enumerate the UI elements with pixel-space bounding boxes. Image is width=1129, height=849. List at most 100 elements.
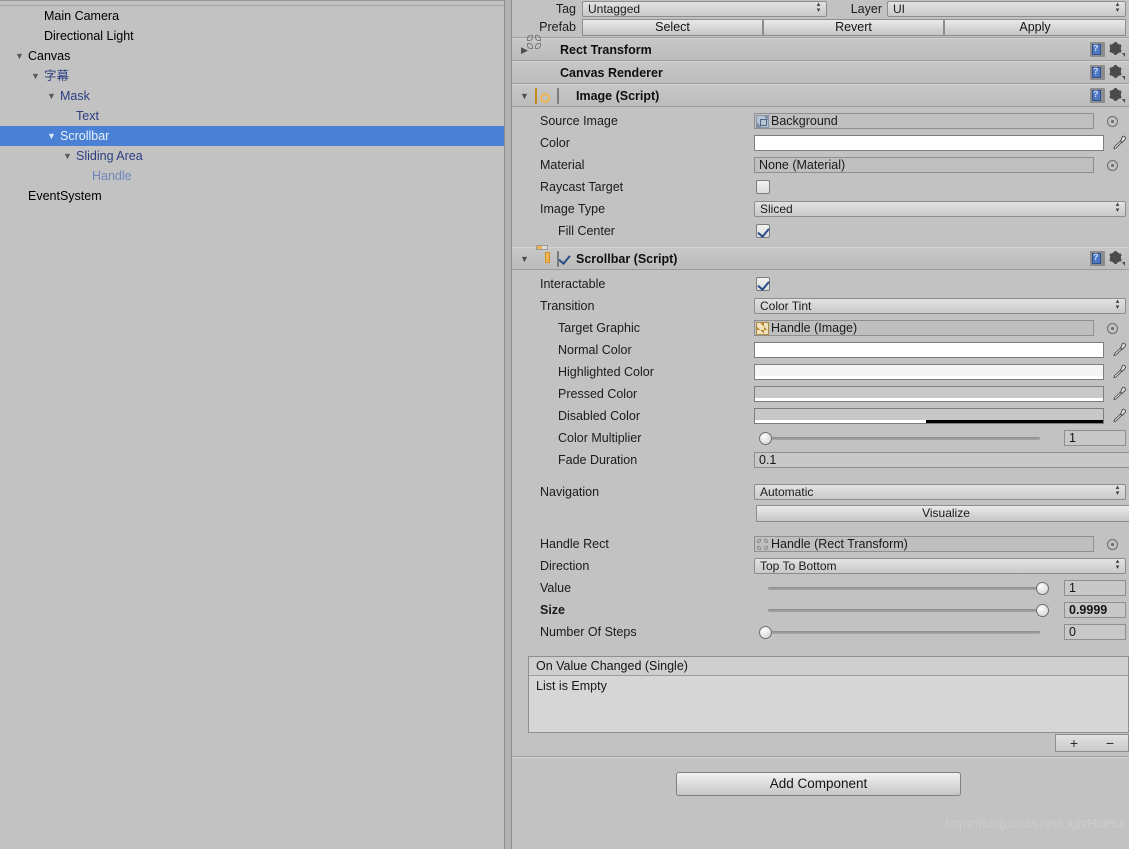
hierarchy-item[interactable]: ▼ Mask xyxy=(0,86,504,106)
hierarchy-item-label: Sliding Area xyxy=(76,149,143,163)
component-header-rect-transform[interactable]: ▶ Rect Transform ? xyxy=(512,35,1129,61)
object-picker-icon[interactable] xyxy=(1107,160,1118,171)
handle-rect-field[interactable]: Handle (Rect Transform) xyxy=(754,536,1094,552)
eyedropper-icon[interactable] xyxy=(1112,135,1126,151)
chevron-updown-icon: ▴ ▾ xyxy=(816,1,821,14)
number-of-steps-number[interactable]: 0 xyxy=(1064,624,1126,640)
hierarchy-foldout-icon[interactable]: ▼ xyxy=(14,46,25,66)
gear-icon[interactable] xyxy=(1109,88,1125,103)
alpha-bar xyxy=(755,354,1103,357)
object-picker-icon[interactable] xyxy=(1107,116,1118,127)
prefab-select-button[interactable]: Select xyxy=(582,19,763,36)
chevron-updown-icon: ▴ ▾ xyxy=(1115,201,1120,214)
color-multiplier-value[interactable]: 1 xyxy=(1064,430,1126,446)
inspector-panel[interactable]: Tag Untagged ▴ ▾ Layer UI ▴ ▾ Prefab Selec… xyxy=(512,0,1129,849)
foldout-expanded-icon[interactable]: ▼ xyxy=(518,248,531,271)
raycast-target-checkbox[interactable] xyxy=(756,180,770,194)
transition-dropdown[interactable]: Color Tint ▴ ▾ xyxy=(754,298,1126,314)
target-graphic-field[interactable]: Handle (Image) xyxy=(754,320,1094,336)
transition-value: Color Tint xyxy=(760,299,812,313)
size-number[interactable]: 0.9999 xyxy=(1064,602,1126,618)
help-book-icon[interactable]: ? xyxy=(1090,251,1105,266)
image-enabled-checkbox[interactable] xyxy=(557,88,559,104)
help-book-icon[interactable]: ? xyxy=(1090,42,1105,57)
image-color-swatch[interactable] xyxy=(754,135,1104,151)
size-slider[interactable] xyxy=(758,599,1050,621)
component-header-scrollbar[interactable]: ▼ Scrollbar (Script) ? xyxy=(512,245,1129,271)
remove-event-button[interactable]: − xyxy=(1106,736,1114,750)
raycast-target-label: Raycast Target xyxy=(540,180,624,194)
eyedropper-icon[interactable] xyxy=(1112,364,1126,380)
highlighted-color-swatch[interactable] xyxy=(754,364,1104,380)
value-number[interactable]: 1 xyxy=(1064,580,1126,596)
component-header-image[interactable]: ▼ Image (Script) ? xyxy=(512,84,1129,107)
layer-label: Layer xyxy=(850,2,882,16)
normal-color-swatch[interactable] xyxy=(754,342,1104,358)
direction-value: Top To Bottom xyxy=(760,559,837,573)
hierarchy-item[interactable]: ▼ 字幕 xyxy=(0,66,504,86)
row-source-image: Source Image Background xyxy=(512,110,1129,132)
image-type-dropdown[interactable]: Sliced ▴ ▾ xyxy=(754,201,1126,217)
row-target-graphic: Target Graphic Handle (Image) xyxy=(512,317,1129,339)
number-of-steps-slider[interactable] xyxy=(758,621,1050,643)
navigation-dropdown[interactable]: Automatic ▴ ▾ xyxy=(754,484,1126,500)
prefab-apply-button[interactable]: Apply xyxy=(944,19,1126,36)
chevron-updown-icon: ▴ ▾ xyxy=(1115,484,1120,497)
fill-center-checkbox[interactable] xyxy=(756,224,770,238)
interactable-checkbox[interactable] xyxy=(756,277,770,291)
hierarchy-foldout-icon[interactable]: ▼ xyxy=(30,66,41,86)
prefab-revert-button[interactable]: Revert xyxy=(763,19,944,36)
color-multiplier-slider[interactable] xyxy=(758,427,1050,449)
panel-divider[interactable] xyxy=(504,0,512,849)
hierarchy-foldout-icon[interactable]: ▼ xyxy=(46,126,57,146)
tag-layer-row: Tag Untagged ▴ ▾ Layer UI ▴ ▾ xyxy=(512,0,1129,18)
fade-duration-label: Fade Duration xyxy=(558,453,638,467)
hierarchy-panel[interactable]: Main Camera Directional Light ▼ Canvas ▼ 字幕 ▼ M… xyxy=(0,0,504,849)
add-event-button[interactable]: + xyxy=(1070,736,1078,750)
gear-icon[interactable] xyxy=(1109,42,1125,57)
eyedropper-icon[interactable] xyxy=(1112,386,1126,402)
hierarchy-foldout-icon[interactable]: ▼ xyxy=(46,86,57,106)
hierarchy-item-label: Handle xyxy=(92,169,132,183)
foldout-expanded-icon[interactable]: ▼ xyxy=(518,85,531,108)
row-size: Size 0.9999 xyxy=(512,599,1129,621)
hierarchy-item[interactable]: EventSystem xyxy=(0,186,504,206)
component-header-canvas-renderer[interactable]: Canvas Renderer ? xyxy=(512,61,1129,84)
hierarchy-item[interactable]: Directional Light xyxy=(0,26,504,46)
rect-transform-mini-icon xyxy=(756,538,769,551)
add-component-button[interactable]: Add Component xyxy=(676,772,961,796)
layer-dropdown[interactable]: UI ▴ ▾ xyxy=(887,1,1126,17)
object-picker-icon[interactable] xyxy=(1107,323,1118,334)
row-handle-rect: Handle Rect Handle (Rect Transform) xyxy=(512,533,1129,555)
hierarchy-item[interactable]: ▼ Sliding Area xyxy=(0,146,504,166)
scrollbar-enabled-checkbox[interactable] xyxy=(557,251,559,267)
source-image-field[interactable]: Background xyxy=(754,113,1094,129)
eyedropper-icon[interactable] xyxy=(1112,342,1126,358)
object-picker-icon[interactable] xyxy=(1107,539,1118,550)
tag-dropdown[interactable]: Untagged ▴ ▾ xyxy=(582,1,827,17)
help-book-icon[interactable]: ? xyxy=(1090,65,1105,80)
direction-dropdown[interactable]: Top To Bottom ▴ ▾ xyxy=(754,558,1126,574)
hierarchy-foldout-icon[interactable]: ▼ xyxy=(62,146,73,166)
hierarchy-item[interactable]: ▼ Canvas xyxy=(0,46,504,66)
sprite-preview-icon xyxy=(756,114,769,128)
pressed-color-swatch[interactable] xyxy=(754,386,1104,402)
gear-icon[interactable] xyxy=(1109,65,1125,80)
value-slider[interactable] xyxy=(758,577,1050,599)
help-book-icon[interactable]: ? xyxy=(1090,88,1105,103)
navigation-value: Automatic xyxy=(760,485,814,499)
fade-duration-value[interactable]: 0.1 xyxy=(754,452,1129,468)
row-normal-color: Normal Color xyxy=(512,339,1129,361)
disabled-color-swatch[interactable] xyxy=(754,408,1104,424)
row-highlighted-color: Highlighted Color xyxy=(512,361,1129,383)
hierarchy-item[interactable]: Handle xyxy=(0,166,504,186)
hierarchy-item[interactable]: Text xyxy=(0,106,504,126)
eyedropper-icon[interactable] xyxy=(1112,408,1126,424)
material-field[interactable]: None (Material) xyxy=(754,157,1094,173)
hierarchy-item[interactable]: Main Camera xyxy=(0,6,504,26)
image-type-value: Sliced xyxy=(760,202,793,216)
hierarchy-item[interactable]: ▼ Scrollbar xyxy=(0,126,504,146)
visualize-button[interactable]: Visualize xyxy=(756,505,1129,522)
gear-icon[interactable] xyxy=(1109,251,1125,266)
event-list-buttons[interactable]: + − xyxy=(1055,734,1129,752)
